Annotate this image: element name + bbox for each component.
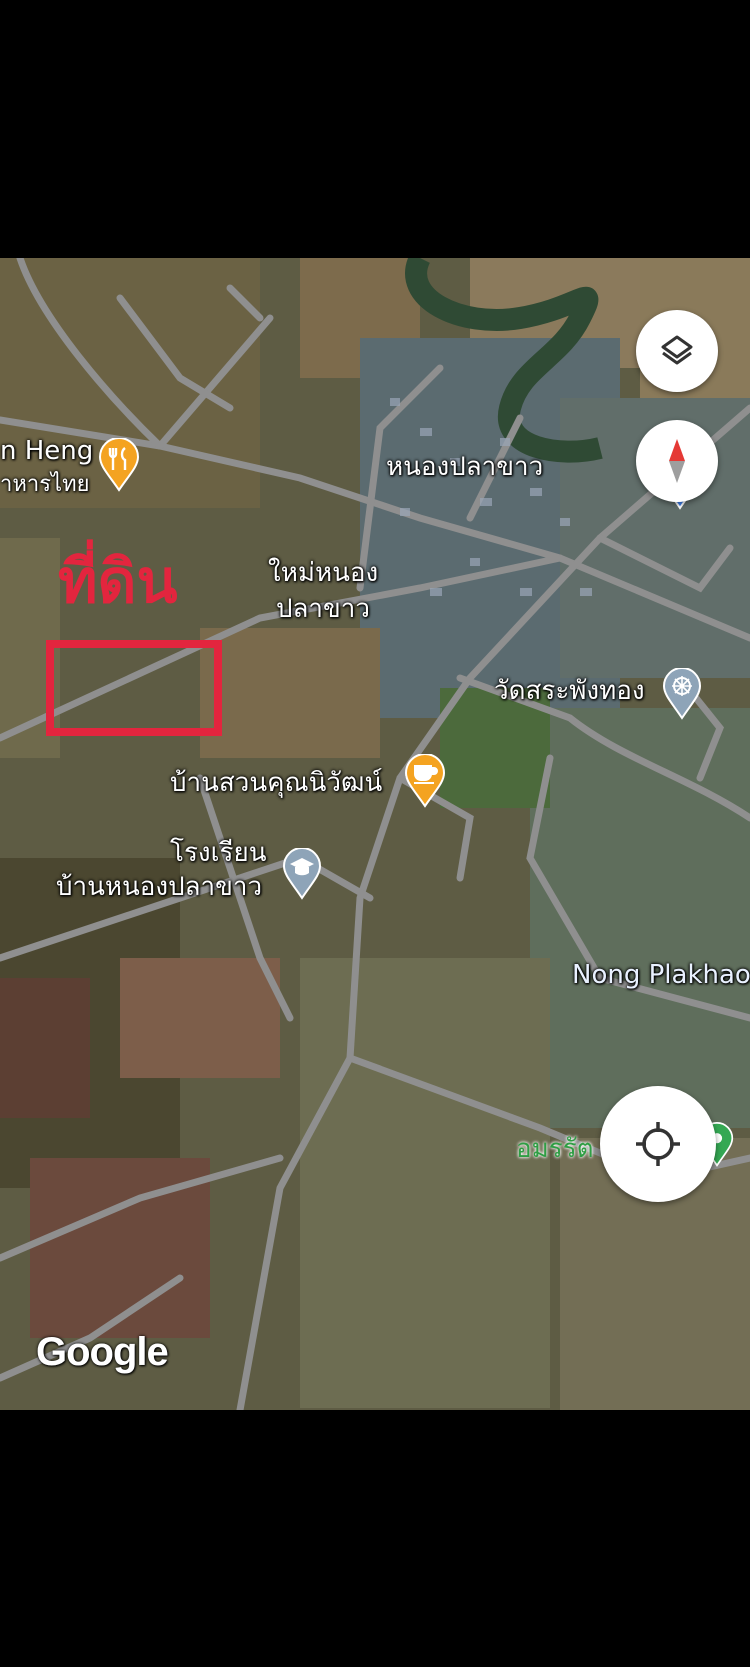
my-location-button[interactable] — [600, 1086, 716, 1202]
land-annotation-label: ที่ดิน — [58, 547, 178, 617]
place-label-heng[interactable]: n Heng — [0, 436, 93, 466]
layers-button[interactable] — [636, 310, 718, 392]
school-pin-icon[interactable] — [282, 847, 322, 904]
my-location-icon — [636, 1122, 680, 1166]
place-label-nongplakhao-th[interactable]: หนองปลาขาว — [386, 452, 543, 482]
status-bar-area — [0, 0, 750, 258]
navigation-bar-area — [0, 1410, 750, 1667]
place-label-school-line2: บ้านหนองปลาขาว — [56, 872, 263, 902]
place-label-mai-nong-line2: ปลาขาว — [276, 594, 371, 624]
temple-pin-icon[interactable] — [662, 667, 702, 724]
place-sublabel-heng: าหารไทย — [0, 472, 90, 497]
restaurant-pin-icon[interactable] — [98, 437, 140, 496]
place-label-baan-suan[interactable]: บ้านสวนคุณนิวัฒน์ — [170, 768, 382, 798]
compass-button[interactable] — [636, 420, 718, 502]
place-label-school[interactable]: โรงเรียน — [170, 838, 266, 868]
cafe-pin-icon[interactable] — [404, 753, 446, 812]
place-label-nong-plakhao-en[interactable]: Nong Plakhao — [572, 960, 750, 990]
place-label-wat-sra[interactable]: วัดสระพังทอง — [494, 676, 645, 706]
compass-icon — [669, 439, 685, 483]
satellite-imagery — [0, 258, 750, 1410]
layers-icon — [661, 335, 693, 365]
place-label-mai-nong[interactable]: ใหม่หนอง — [268, 558, 378, 588]
google-attribution: Google — [36, 1330, 169, 1374]
land-annotation-box — [46, 640, 222, 736]
place-label-amornrat[interactable]: อมรรัต — [516, 1134, 594, 1164]
map-view[interactable]: ที่ดิน n Heng าหารไทย หนองปลาขาว ใหม่หนอ… — [0, 258, 750, 1410]
